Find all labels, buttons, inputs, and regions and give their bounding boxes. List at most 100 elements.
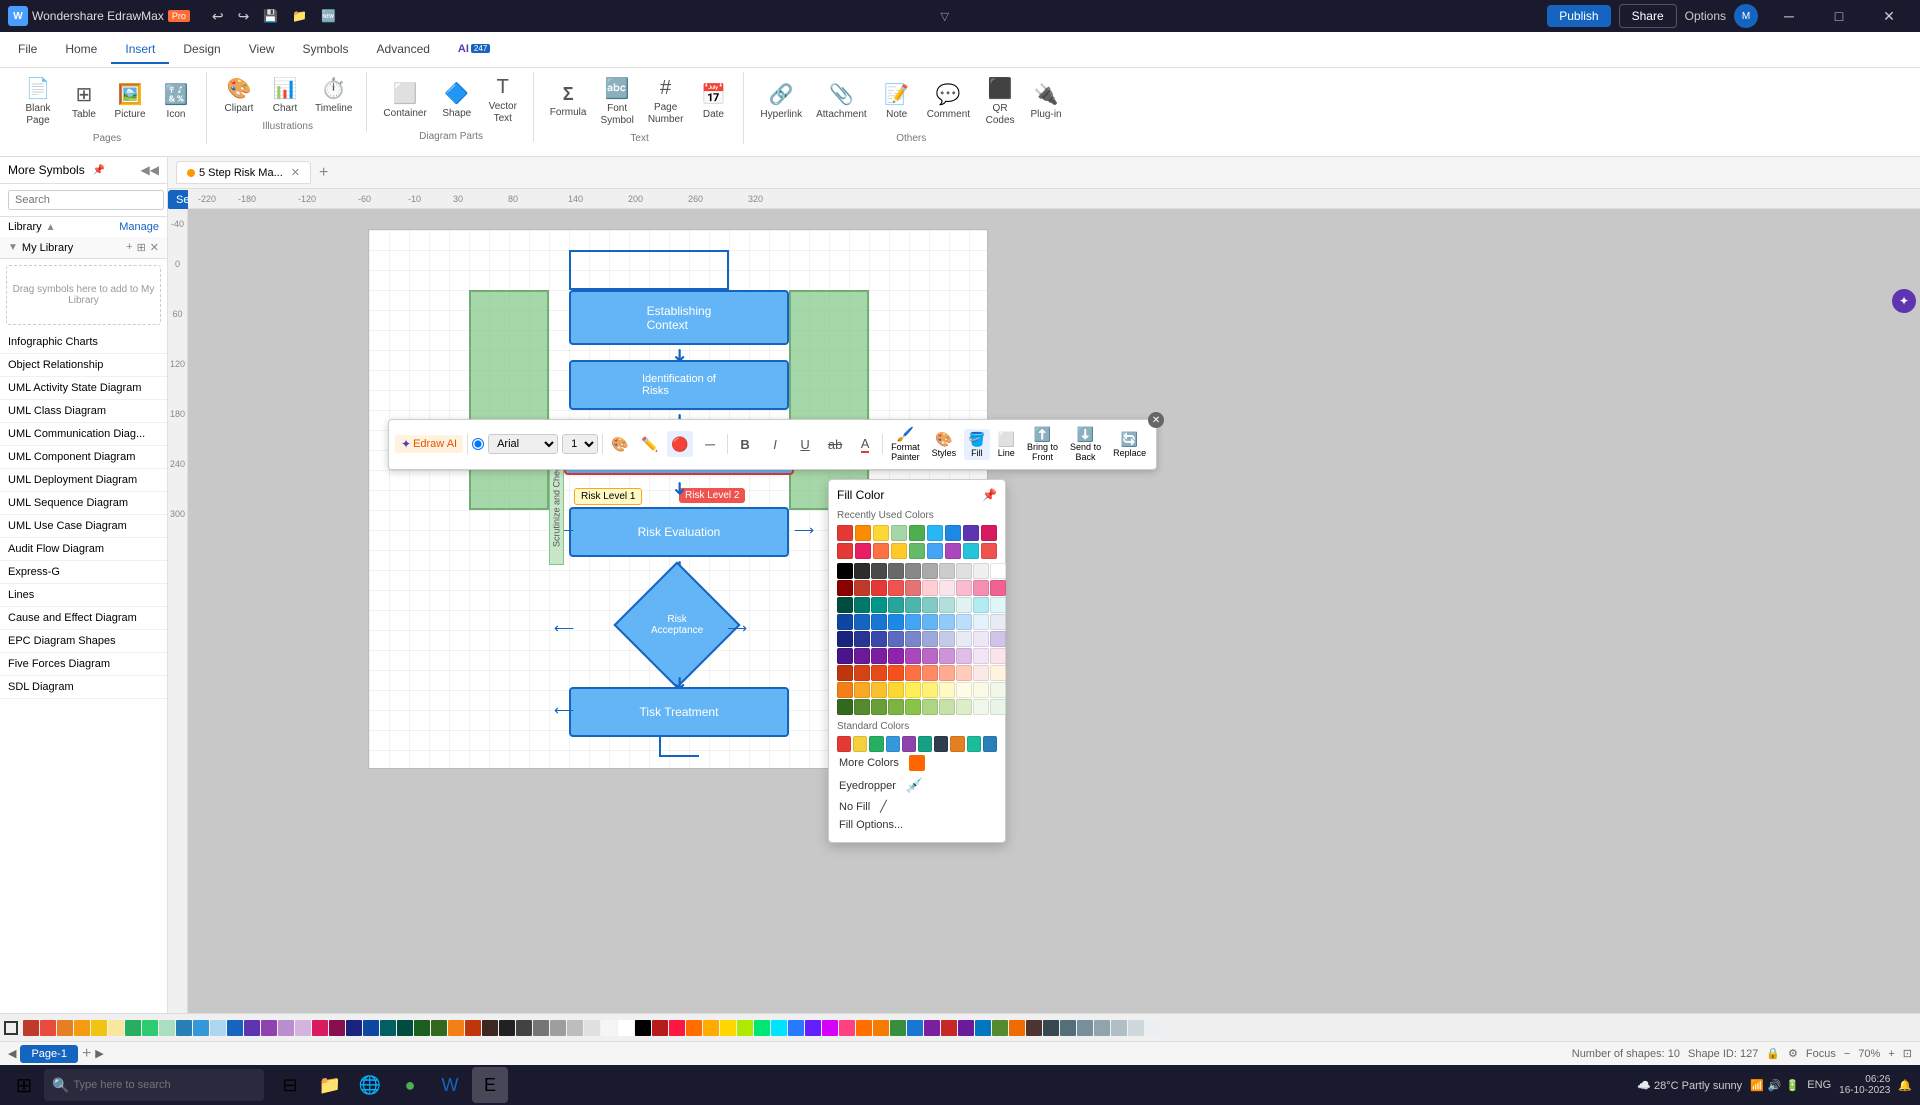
more-colors-button[interactable]: More Colors <box>837 752 997 774</box>
publish-button[interactable]: Publish <box>1547 5 1610 27</box>
volume-icon[interactable]: 🔊 <box>1768 1079 1782 1092</box>
close-button[interactable]: ✕ <box>1866 0 1912 32</box>
recently-used-color-swatch[interactable] <box>945 543 961 559</box>
edraw-ai-button[interactable]: ✦ Edraw AI <box>395 435 463 453</box>
recently-used-color-swatch[interactable] <box>873 525 889 541</box>
color-bar-swatch[interactable] <box>40 1020 56 1036</box>
color-bar-swatch[interactable] <box>533 1020 549 1036</box>
open-button[interactable]: 📁 <box>286 6 313 27</box>
palette-color-swatch[interactable] <box>837 699 853 715</box>
qr-codes-button[interactable]: ⬛ QRCodes <box>978 72 1022 131</box>
color-bar-swatch[interactable] <box>193 1020 209 1036</box>
color-picker-icon[interactable]: 🎨 <box>607 431 633 457</box>
color-bar-swatch[interactable] <box>516 1020 532 1036</box>
vector-text-button[interactable]: T VectorText <box>481 72 525 129</box>
palette-color-swatch[interactable] <box>888 682 904 698</box>
sidebar-collapse-button[interactable]: ◀◀ <box>141 163 159 177</box>
icon-button[interactable]: 🔣 Icon <box>154 78 198 125</box>
palette-color-swatch[interactable] <box>973 682 989 698</box>
table-button[interactable]: ⊞ Table <box>62 78 106 125</box>
palette-color-swatch[interactable] <box>956 597 972 613</box>
palette-color-swatch[interactable] <box>905 580 921 596</box>
color-bar-swatch[interactable] <box>380 1020 396 1036</box>
send-to-back-button[interactable]: ⬇️ Send toBack <box>1066 424 1105 465</box>
attachment-button[interactable]: 📎 Attachment <box>810 78 873 125</box>
palette-color-swatch[interactable] <box>905 563 921 579</box>
font-color-button[interactable]: A <box>852 431 878 457</box>
palette-color-swatch[interactable] <box>871 597 887 613</box>
fc-establishing-context[interactable]: EstablishingContext <box>569 290 789 345</box>
italic-button[interactable]: I <box>762 431 788 457</box>
color-bar-swatch[interactable] <box>1145 1020 1161 1036</box>
palette-color-swatch[interactable] <box>905 682 921 698</box>
font-radio[interactable] <box>472 438 484 450</box>
color-bar-swatch[interactable] <box>57 1020 73 1036</box>
canvas-content[interactable]: EstablishingContext ➜ Identification ofR… <box>188 209 1920 1013</box>
palette-color-swatch[interactable] <box>837 665 853 681</box>
color-bar-swatch[interactable] <box>669 1020 685 1036</box>
palette-color-swatch[interactable] <box>939 563 955 579</box>
tab-ai[interactable]: AI 247 <box>444 37 504 63</box>
palette-color-swatch[interactable] <box>973 580 989 596</box>
tab-symbols[interactable]: Symbols <box>289 36 363 64</box>
redo-button[interactable]: ↪ <box>232 6 256 27</box>
color-bar-swatch[interactable] <box>482 1020 498 1036</box>
notification-button[interactable]: 🔔 <box>1898 1079 1912 1092</box>
standard-color-swatch[interactable] <box>869 736 883 752</box>
comment-button[interactable]: 💬 Comment <box>921 78 976 125</box>
recently-used-color-swatch[interactable] <box>837 543 853 559</box>
color-bar-swatch[interactable] <box>941 1020 957 1036</box>
sidebar-item-uml-component[interactable]: UML Component Diagram ✕ <box>0 446 167 469</box>
standard-color-swatch[interactable] <box>886 736 900 752</box>
palette-color-swatch[interactable] <box>888 631 904 647</box>
palette-color-swatch[interactable] <box>922 563 938 579</box>
share-button[interactable]: Share <box>1619 4 1677 28</box>
page-nav-left[interactable]: ◀ <box>8 1047 16 1060</box>
sidebar-item-sdl-diagram[interactable]: SDL Diagram ✕ <box>0 676 167 699</box>
edraw-app[interactable]: E <box>472 1067 508 1103</box>
color-bar-swatch[interactable] <box>805 1020 821 1036</box>
color-bar-swatch[interactable] <box>771 1020 787 1036</box>
fill-button[interactable]: 🪣 Fill <box>964 429 989 460</box>
color-bar-swatch[interactable] <box>74 1020 90 1036</box>
recently-used-color-swatch[interactable] <box>891 525 907 541</box>
maximize-button[interactable]: □ <box>1816 0 1862 32</box>
fc-risk-level-1[interactable]: Risk Level 1 <box>574 488 642 505</box>
palette-color-swatch[interactable] <box>837 580 853 596</box>
palette-color-swatch[interactable] <box>837 614 853 630</box>
palette-color-swatch[interactable] <box>922 580 938 596</box>
plugin-button[interactable]: 🔌 Plug-in <box>1024 78 1068 125</box>
palette-color-swatch[interactable] <box>922 699 938 715</box>
page-nav-right[interactable]: ▶ <box>95 1047 103 1060</box>
palette-color-swatch[interactable] <box>956 648 972 664</box>
clipart-button[interactable]: 🎨 Clipart <box>217 72 261 119</box>
color-bar-swatch[interactable] <box>567 1020 583 1036</box>
palette-color-swatch[interactable] <box>837 563 853 579</box>
picture-button[interactable]: 🖼️ Picture <box>108 78 152 125</box>
color-bar-swatch[interactable] <box>448 1020 464 1036</box>
palette-color-swatch[interactable] <box>871 580 887 596</box>
palette-color-swatch[interactable] <box>905 665 921 681</box>
recently-used-color-swatch[interactable] <box>981 525 997 541</box>
no-fill-button[interactable]: No Fill ╱ <box>837 797 997 816</box>
color-bar-swatch[interactable] <box>550 1020 566 1036</box>
palette-color-swatch[interactable] <box>973 699 989 715</box>
sidebar-item-uml-deployment[interactable]: UML Deployment Diagram ✕ <box>0 469 167 492</box>
palette-color-swatch[interactable] <box>990 563 1006 579</box>
color-bar-swatch[interactable] <box>91 1020 107 1036</box>
palette-color-swatch[interactable] <box>990 648 1006 664</box>
color-bar-swatch[interactable] <box>720 1020 736 1036</box>
color-bar-swatch[interactable] <box>907 1020 923 1036</box>
color-bar-swatch[interactable] <box>958 1020 974 1036</box>
palette-color-swatch[interactable] <box>888 665 904 681</box>
color-bar-swatch[interactable] <box>108 1020 124 1036</box>
color-bar-swatch[interactable] <box>244 1020 260 1036</box>
palette-color-swatch[interactable] <box>939 614 955 630</box>
palette-color-swatch[interactable] <box>854 580 870 596</box>
color-bar-swatch[interactable] <box>873 1020 889 1036</box>
palette-color-swatch[interactable] <box>871 614 887 630</box>
file-explorer-app[interactable]: 📁 <box>312 1067 348 1103</box>
sidebar-item-epc-diagram[interactable]: EPC Diagram Shapes ✕ <box>0 630 167 653</box>
color-bar-swatch[interactable] <box>703 1020 719 1036</box>
palette-color-swatch[interactable] <box>871 665 887 681</box>
